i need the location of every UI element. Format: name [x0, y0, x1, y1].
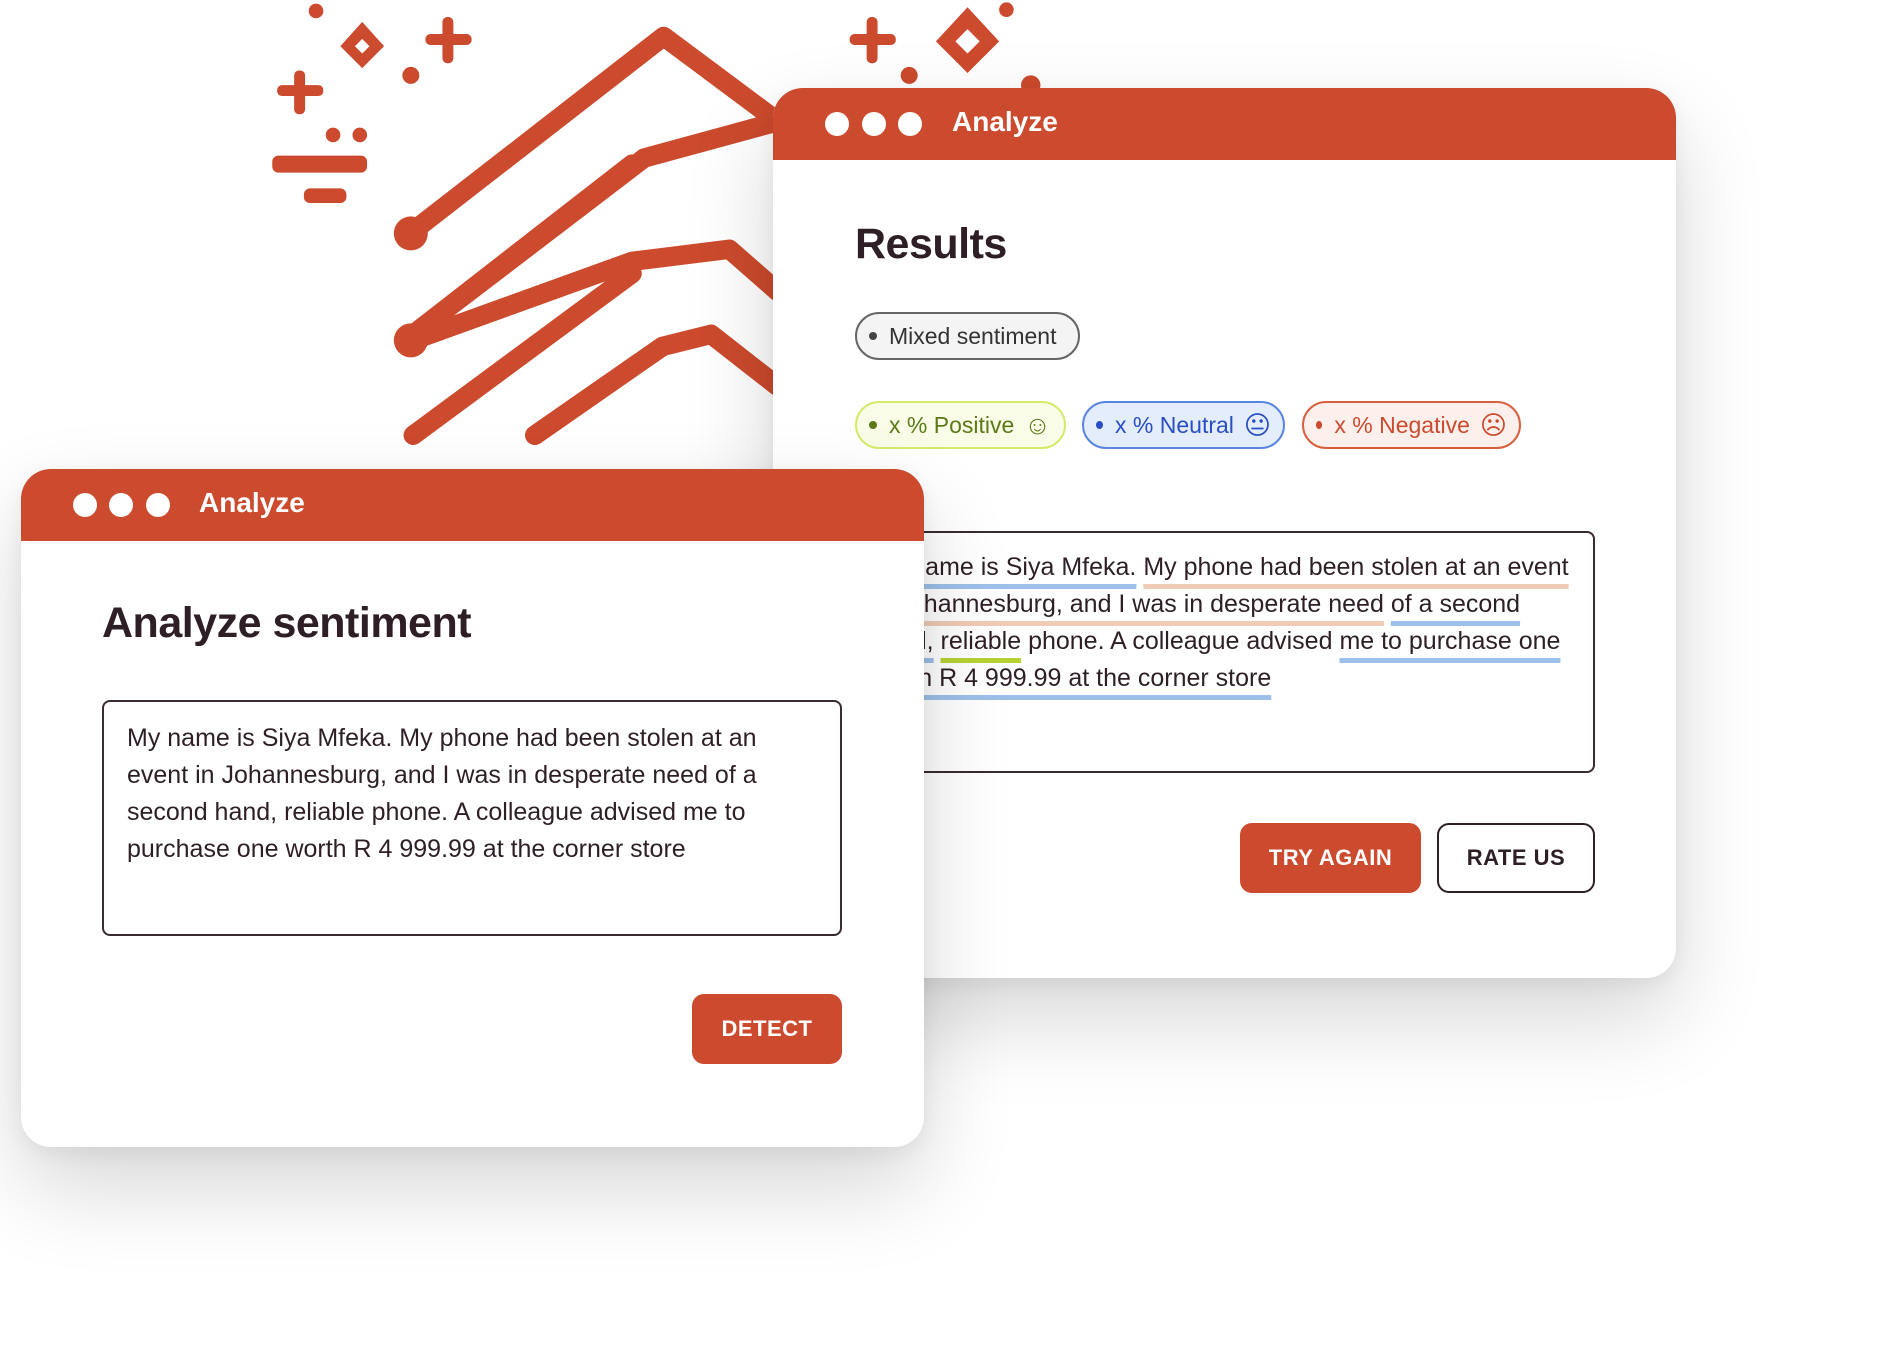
analyze-input-window: Analyze Analyze sentiment My name is Siy…	[21, 469, 924, 1147]
annotated-result-text: My name is Siya Mfeka. My phone had been…	[843, 531, 1595, 773]
positive-badge: x % Positive ☺	[855, 401, 1066, 449]
text-input-area[interactable]: My name is Siya Mfeka. My phone had been…	[102, 700, 842, 936]
window-control-dot[interactable]	[146, 493, 170, 517]
sentiment-segment-positive: reliable	[940, 627, 1022, 655]
badge-label: x % Neutral	[1115, 411, 1234, 438]
window-control-dot[interactable]	[73, 493, 97, 517]
window-control-dot[interactable]	[898, 112, 922, 136]
results-heading: Results	[855, 220, 1007, 268]
chevron-stripe	[525, 336, 673, 445]
window-title-bar: Analyze	[21, 469, 924, 541]
bullet-icon	[869, 332, 877, 340]
negative-badge: x % Negative ☹	[1302, 401, 1521, 449]
neutral-face-icon: 😐︎	[1243, 410, 1271, 440]
window-control-dot[interactable]	[825, 112, 849, 136]
sentiment-segment-none	[1384, 590, 1391, 618]
window-title: Analyze	[199, 487, 305, 518]
neutral-badge: x % Neutral 😐︎	[1082, 401, 1285, 449]
badge-label: Mixed sentiment	[889, 322, 1057, 349]
rate-us-button[interactable]: RATE US	[1437, 823, 1595, 893]
bullet-icon	[1316, 421, 1323, 429]
try-again-button[interactable]: TRY AGAIN	[1240, 823, 1421, 893]
smile-icon: ☺	[1024, 410, 1051, 440]
window-control-dot[interactable]	[109, 493, 133, 517]
sentiment-segment-none: phone. A colleague advised	[1021, 627, 1340, 655]
badge-label: x % Positive	[889, 411, 1015, 438]
sentiment-segment-none	[934, 627, 941, 655]
window-title-bar: Analyze	[773, 88, 1676, 160]
overall-sentiment-badge: Mixed sentiment	[855, 312, 1080, 360]
bullet-icon	[1096, 421, 1104, 429]
detect-button[interactable]: DETECT	[692, 994, 842, 1064]
frown-icon: ☹	[1479, 410, 1507, 440]
analyze-sentiment-heading: Analyze sentiment	[102, 599, 472, 647]
window-title: Analyze	[952, 106, 1058, 137]
badge-label: x % Negative	[1334, 411, 1470, 438]
window-control-dot[interactable]	[862, 112, 886, 136]
bullet-icon	[869, 421, 877, 429]
